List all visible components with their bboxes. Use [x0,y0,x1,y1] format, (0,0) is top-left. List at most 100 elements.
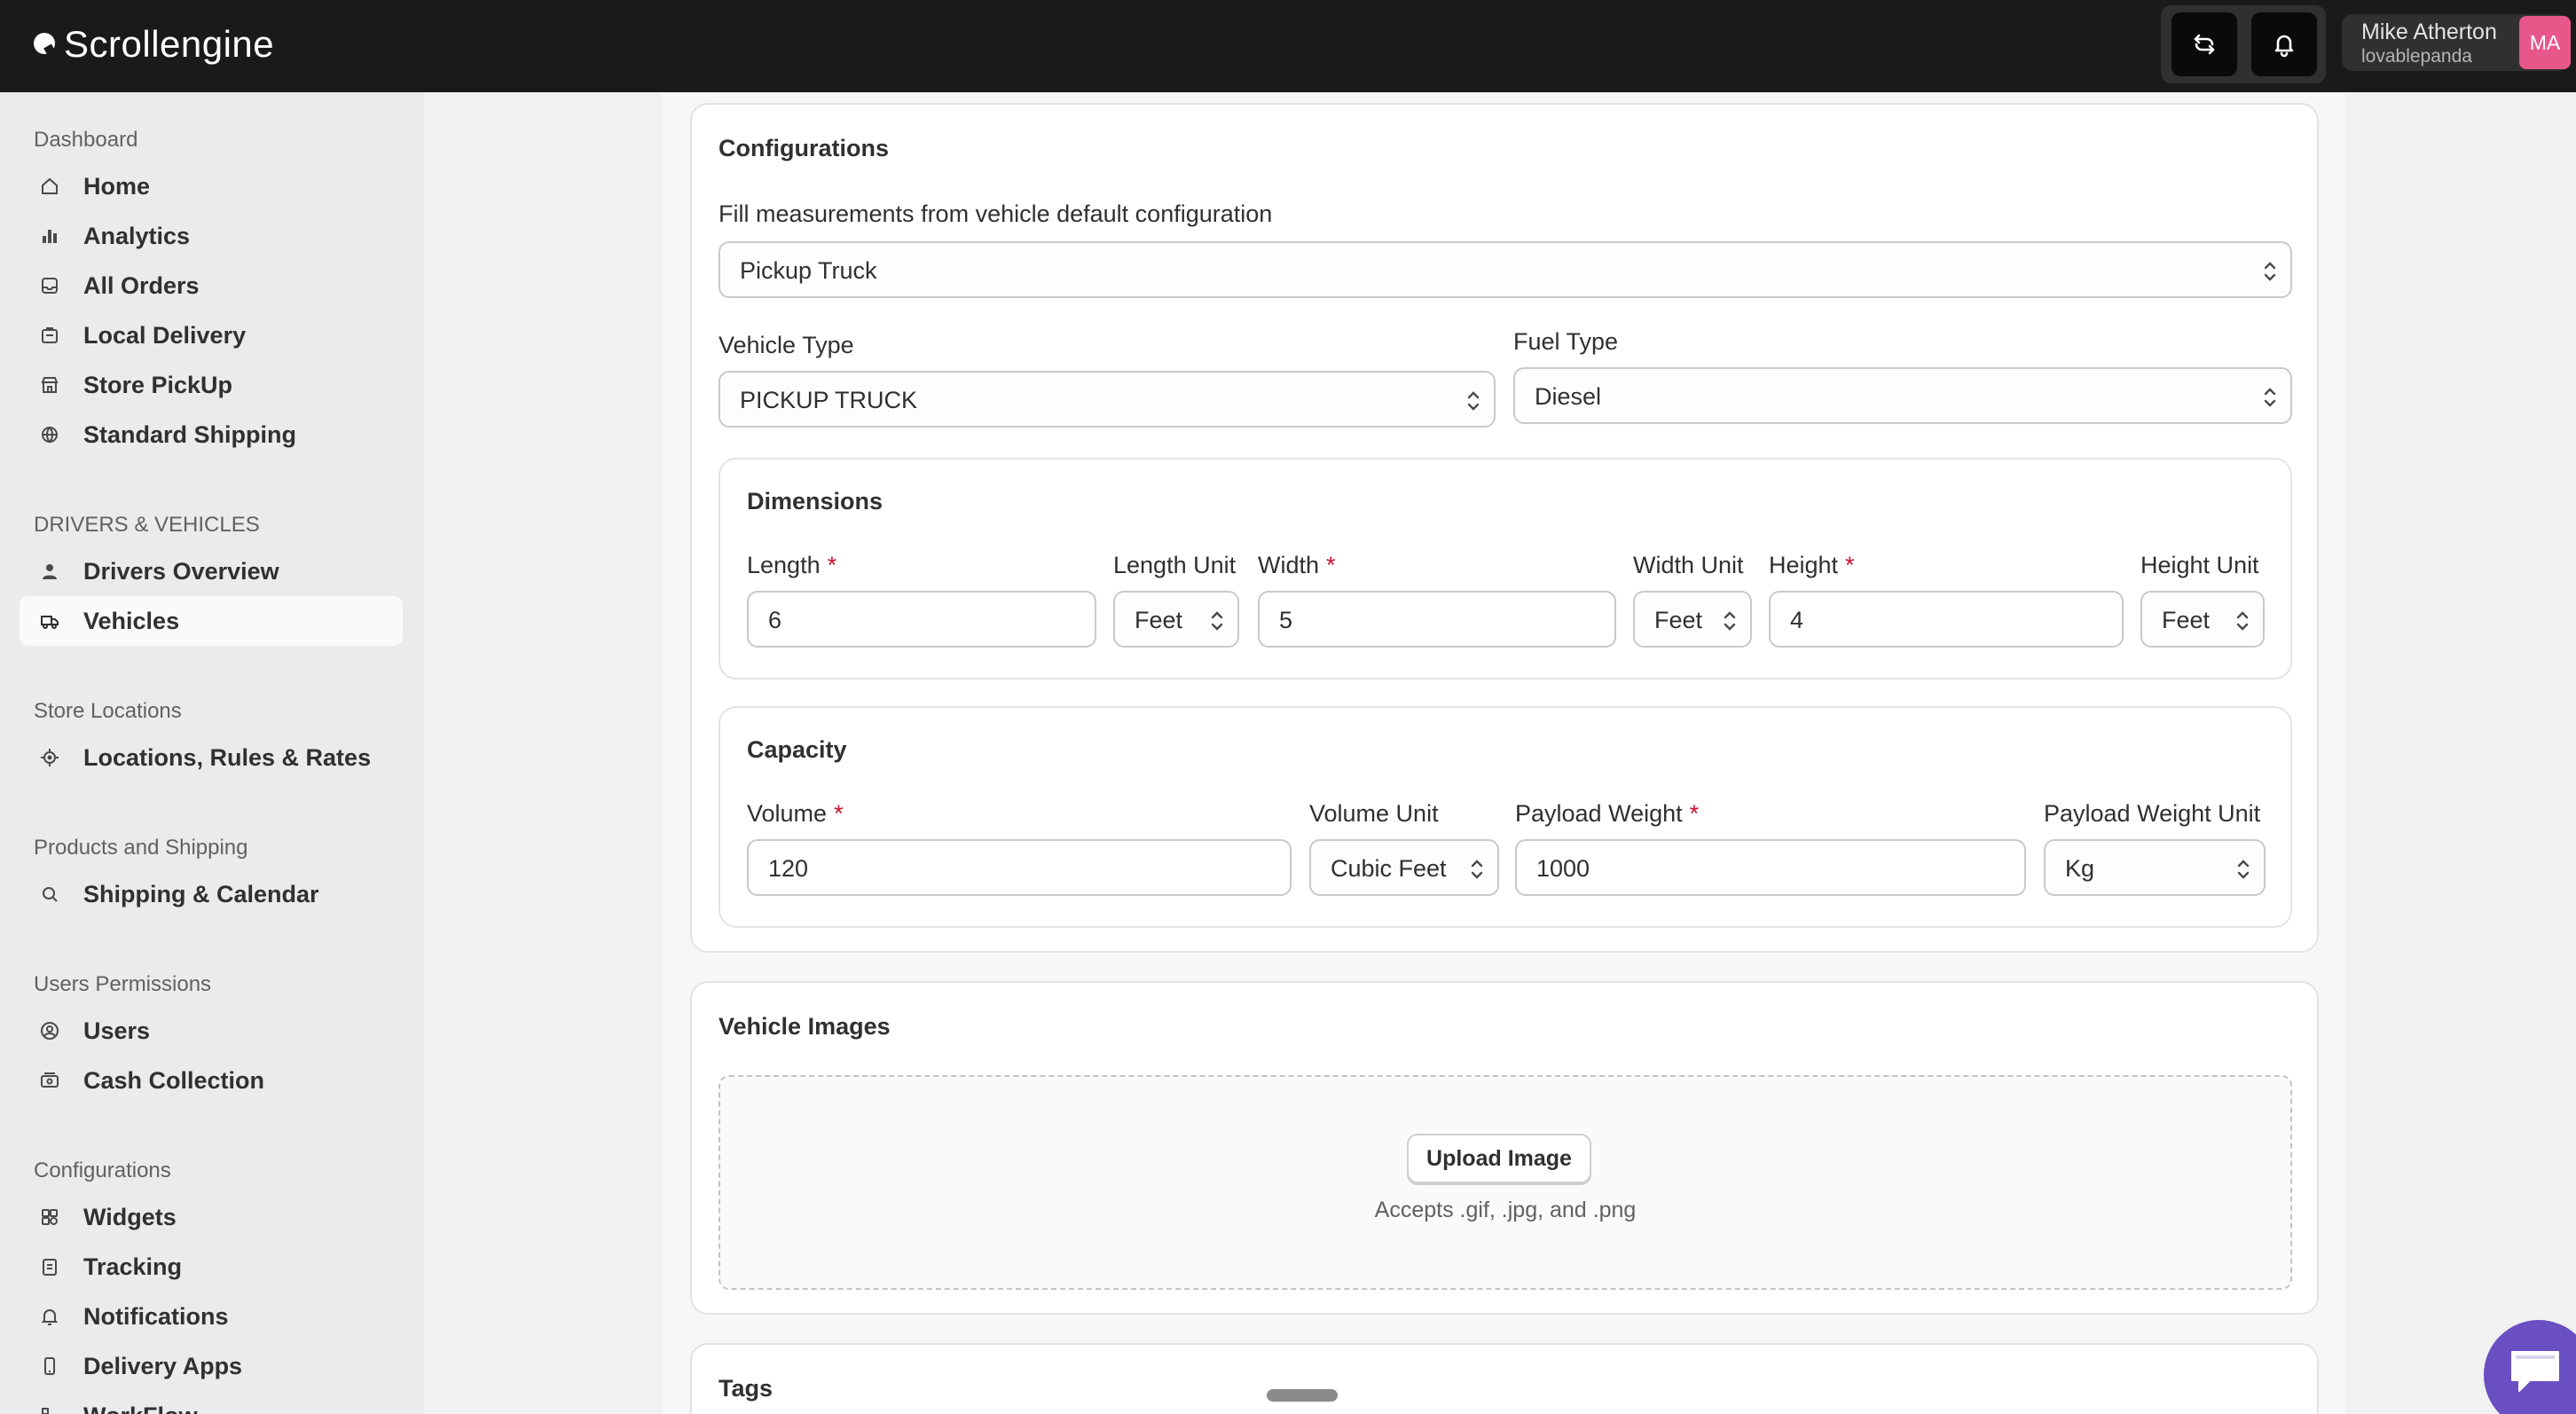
sidebar-item-widgets[interactable]: Widgets [20,1192,403,1242]
length-unit-select[interactable]: Feet [1113,591,1239,648]
card-title: Configurations [719,135,889,161]
store-icon [41,377,59,393]
length-unit-label: Length Unit [1113,552,1237,578]
user-circle-icon [41,1022,59,1040]
bar-chart-icon [43,230,57,243]
sidebar-item-label: Tracking [83,1253,183,1280]
truck-icon [41,616,59,629]
upload-image-button[interactable]: Upload Image [1407,1134,1591,1183]
select-value: Pickup Truck [740,257,877,284]
globe-icon [42,427,58,444]
sidebar-item-label: Locations, Rules & Rates [83,743,372,771]
user-menu[interactable]: Mike Atherton lovablepanda MA [2342,14,2571,71]
sidebar-item-analytics[interactable]: Analytics [20,211,403,261]
sidebar-item-home[interactable]: Home [20,161,403,211]
search-icon [43,887,58,902]
sidebar-item-locations-rules-rates[interactable]: Locations, Rules & Rates [20,733,403,782]
chevron-up-down-icon [2236,611,2249,631]
sidebar-item-label: Shipping & Calendar [83,880,319,907]
user-name: Mike Atherton [2361,20,2497,44]
sidebar-item-label: Delivery Apps [83,1352,243,1379]
payload-weight-input[interactable]: 1000 [1515,839,2026,896]
sidebar-item-drivers-overview[interactable]: Drivers Overview [20,546,403,596]
volume-unit-label: Volume Unit [1309,800,1439,827]
sidebar-section-configurations: Configurations [34,1159,171,1182]
width-unit-select[interactable]: Feet [1633,591,1752,648]
chevron-up-down-icon [2264,262,2276,281]
sidebar-item-standard-shipping[interactable]: Standard Shipping [20,410,403,460]
card-title: Capacity [747,736,847,763]
vehicle-images-card: Vehicle Images Upload Image Accepts .gif… [690,981,2319,1315]
workflow-icon [42,1408,49,1414]
tags-card: Tags [690,1343,2319,1414]
vehicle-type-select[interactable]: PICKUP TRUCK [719,371,1496,428]
sidebar-item-workflow[interactable]: WorkFlow [20,1391,403,1414]
sidebar-item-label: Notifications [83,1302,229,1330]
volume-input[interactable]: 120 [747,839,1292,896]
width-input[interactable]: 5 [1258,591,1616,648]
payload-weight-unit-select[interactable]: Kg [2044,839,2266,896]
widget-icon [42,1209,58,1225]
notifications-button[interactable] [2251,12,2317,76]
volume-unit-select[interactable]: Cubic Feet [1309,839,1499,896]
chevron-up-down-icon [1471,860,1483,879]
sidebar-item-vehicles[interactable]: Vehicles [20,596,403,646]
chevron-up-down-icon [1467,391,1480,411]
inbox-icon [42,278,58,294]
height-label: Height * [1769,552,1855,578]
scroll-handle[interactable] [1267,1389,1338,1402]
default-config-label: Fill measurements from vehicle default c… [719,200,1273,227]
payload-weight-unit-label: Payload Weight Unit [2044,800,2261,827]
card-title: Dimensions [747,488,884,515]
configurations-card: Configurations Fill measurements from ve… [690,103,2319,953]
length-label: Length * [747,552,837,578]
sidebar-item-label: Analytics [83,222,191,249]
sidebar-item-local-delivery[interactable]: Local Delivery [20,310,403,360]
sidebar-item-label: WorkFlow [83,1402,198,1414]
height-input[interactable]: 4 [1769,591,2124,648]
length-input[interactable]: 6 [747,591,1096,648]
sidebar-item-users[interactable]: Users [20,1006,403,1056]
sidebar-section-dashboard: Dashboard [34,128,138,152]
sidebar-item-label: Vehicles [83,607,180,634]
sidebar-item-shipping-calendar[interactable]: Shipping & Calendar [20,869,403,919]
sidebar-item-label: All Orders [83,271,200,299]
sync-button[interactable] [2172,12,2237,76]
target-icon [41,749,59,766]
top-bar: Scrollengine Mike Atherton lovablepanda … [0,0,2576,92]
default-config-select[interactable]: Pickup Truck [719,241,2292,298]
sidebar-section-products-shipping: Products and Shipping [34,836,248,860]
accepted-formats-text: Accepts .gif, .jpg, and .png [1374,1198,1637,1222]
topbar-actions [2161,5,2326,83]
home-icon [42,177,58,194]
chevron-up-down-icon [2237,860,2250,879]
select-value: Diesel [1535,383,1602,410]
avatar[interactable]: MA [2519,16,2571,69]
user-handle: lovablepanda [2361,46,2472,67]
sidebar-item-label: Standard Shipping [83,420,296,448]
cash-icon [41,1072,59,1088]
sidebar-item-cash-collection[interactable]: Cash Collection [20,1056,403,1105]
dimensions-card: Dimensions Length * 6 Length Unit Feet Wi… [719,458,2292,680]
volume-label: Volume * [747,800,844,827]
capacity-card: Capacity Volume * 120 Volume Unit Cubic F… [719,706,2292,928]
clipboard-icon [43,1259,57,1276]
sidebar-item-all-orders[interactable]: All Orders [20,261,403,310]
fuel-type-select[interactable]: Diesel [1513,367,2292,424]
mobile-icon [44,1357,55,1375]
sidebar-item-store-pickup[interactable]: Store PickUp [20,360,403,410]
vehicle-type-label: Vehicle Type [719,332,854,358]
height-unit-select[interactable]: Feet [2140,591,2265,648]
brand-logo[interactable]: Scrollengine [32,23,274,66]
sidebar-item-tracking[interactable]: Tracking [20,1242,403,1292]
bell-icon [2274,35,2294,58]
sidebar-item-delivery-apps[interactable]: Delivery Apps [20,1341,403,1391]
sync-icon [2194,34,2215,55]
sidebar-section-users-permissions: Users Permissions [34,972,212,996]
sidebar: Dashboard Home Analytics All Orders Loca… [0,92,424,1414]
image-dropzone[interactable]: Upload Image Accepts .gif, .jpg, and .pn… [719,1075,2292,1290]
sidebar-item-notifications[interactable]: Notifications [20,1292,403,1341]
chevron-up-down-icon [1211,611,1223,631]
bell-icon [41,1309,59,1325]
sidebar-item-label: Widgets [83,1203,177,1230]
